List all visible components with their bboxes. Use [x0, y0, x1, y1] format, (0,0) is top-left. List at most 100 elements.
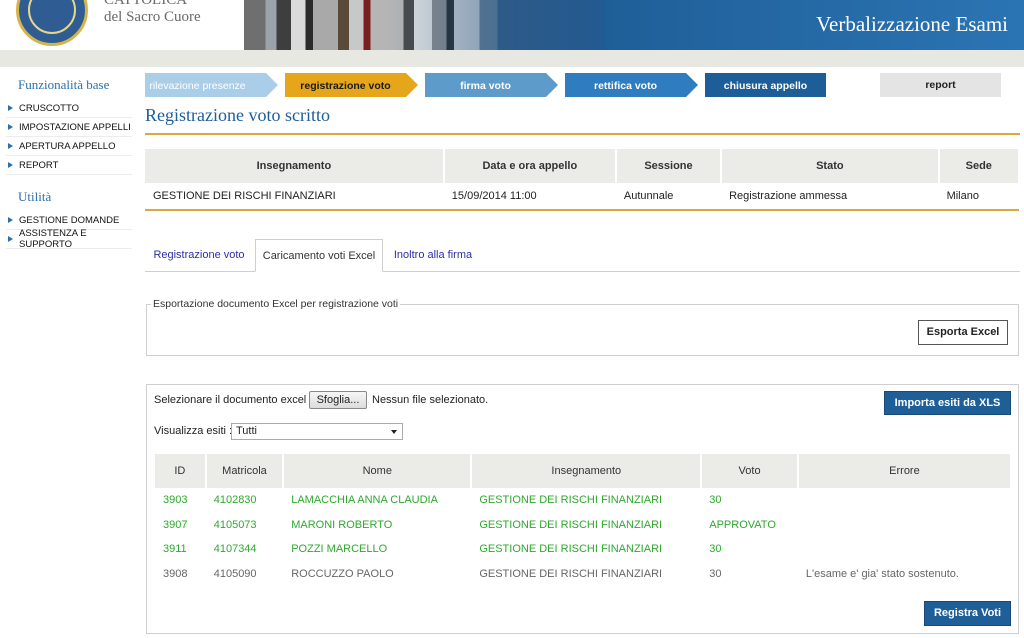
result-cell-voto: 30	[709, 543, 722, 556]
sidebar-item-label: GESTIONE DOMANDE	[19, 214, 120, 226]
result-cell-insegnamento: GESTIONE DEI RISCHI FINANZIARI	[479, 518, 663, 531]
sidebar-item-label: CRUSCOTTO	[19, 102, 79, 114]
browse-file-button[interactable]: Sfoglia...	[309, 391, 367, 409]
sidebar-section-utility-title: Utilità	[18, 189, 52, 204]
workflow-step-label: rettifica voto	[594, 80, 657, 92]
table-row: 3903 4102830 LAMACCHIA ANNA CLAUDIA GESTION…	[155, 488, 1011, 513]
result-cell-nome: ROCCUZZO PAOLO	[291, 567, 394, 580]
sidebar-item-label: ASSISTENZA E SUPPORTO	[19, 228, 87, 250]
arrow-right-icon	[8, 143, 13, 149]
sidebar-item-label: IMPOSTAZIONE APPELLI	[19, 121, 131, 133]
arrow-right-icon	[8, 162, 13, 168]
header: CATTOLICA del Sacro Cuore Verbalizzazion…	[0, 0, 1024, 50]
table-row: 3911 4107344 POZZI MARCELLO GESTIONE DEI RI…	[155, 537, 1011, 562]
result-cell-id: 3903	[163, 494, 188, 507]
exam-table-row: GESTIONE DEI RISCHI FINANZIARI 15/09/2014…	[145, 183, 1019, 211]
sidebar-section-base: CRUSCOTTO IMPOSTAZIONE APPELLI APERTURA AP…	[0, 99, 138, 175]
university-name: CATTOLICA del Sacro Cuore	[104, 0, 201, 26]
workflow-step-label: firma voto	[460, 80, 511, 92]
exam-info-table: Insegnamento Data e ora appello Sessione St…	[145, 149, 1021, 211]
workflow-steps: rilevazione presenze registrazione voto fi…	[145, 73, 826, 97]
result-cell-voto: APPROVATO	[709, 518, 776, 531]
page-title: Registrazione voto scritto	[145, 105, 330, 125]
exam-cell: 15/09/2014 11:00	[443, 183, 616, 211]
sidebar-item-base-1[interactable]: IMPOSTAZIONE APPELLI	[6, 118, 132, 137]
workflow-step-0[interactable]: rilevazione presenze	[145, 73, 278, 97]
results-col-header: Errore	[797, 454, 1013, 488]
result-cell-insegnamento: GESTIONE DEI RISCHI FINANZIARI	[479, 567, 663, 580]
exam-col-header: Stato	[721, 149, 940, 183]
select-document-label: Selezionare il documento excel :	[154, 394, 313, 406]
filter-select-value: Tutti	[236, 425, 257, 437]
workflow-step-1[interactable]: registrazione voto	[285, 73, 418, 97]
report-button[interactable]: report	[880, 73, 1001, 97]
result-cell-matricola: 4105073	[213, 518, 257, 531]
table-row: 3908 4105090 ROCCUZZO PAOLO GESTIONE DEI RI…	[155, 562, 1011, 587]
results-col-header: ID	[155, 454, 207, 488]
export-excel-button[interactable]: Esporta Excel	[918, 320, 1008, 345]
result-cell-errore: L'esame e' gia' stato sostenuto.	[805, 567, 959, 580]
results-table-header: ID Matricola Nome Insegnamento Voto Errore	[155, 454, 1013, 488]
arrow-right-icon	[8, 124, 13, 130]
result-cell-errore	[798, 488, 1011, 513]
arrow-right-icon	[8, 217, 13, 223]
workflow-step-label: chiusura appello	[724, 80, 807, 92]
university-logo[interactable]: CATTOLICA del Sacro Cuore	[0, 0, 244, 50]
tab-2[interactable]: Inoltro alla firma	[383, 239, 483, 271]
sidebar: Funzionalità base CRUSCOTTO IMPOSTAZIONE …	[0, 67, 138, 250]
university-name-line2: del Sacro Cuore	[104, 9, 201, 25]
result-cell-id: 3911	[163, 543, 187, 556]
import-xls-button[interactable]: Importa esiti da XLS	[884, 391, 1011, 415]
sidebar-item-base-0[interactable]: CRUSCOTTO	[6, 99, 132, 118]
workflow-step-4[interactable]: chiusura appello	[705, 73, 826, 97]
result-cell-errore	[798, 513, 1011, 538]
result-cell-voto: 30	[709, 567, 722, 580]
tab-0[interactable]: Registrazione voto	[145, 239, 253, 271]
result-cell-insegnamento: GESTIONE DEI RISCHI FINANZIARI	[479, 543, 663, 556]
result-cell-id: 3907	[163, 518, 188, 531]
workflow-step-label: registrazione voto	[300, 80, 390, 92]
sidebar-item-utility-1[interactable]: ASSISTENZA E SUPPORTO	[6, 228, 132, 250]
university-name-line1: CATTOLICA	[104, 0, 188, 8]
sidebar-item-base-3[interactable]: REPORT	[6, 156, 132, 175]
exam-cell: Registrazione ammessa	[721, 183, 939, 211]
sidebar-item-base-2[interactable]: APERTURA APPELLO	[6, 137, 132, 156]
file-status-text: Nessun file selezionato.	[372, 394, 489, 406]
workflow-step-label: rilevazione presenze	[149, 80, 245, 92]
filter-label: Visualizza esiti :	[154, 425, 233, 437]
result-cell-nome: POZZI MARCELLO	[291, 543, 388, 556]
result-cell-id: 3908	[163, 567, 188, 580]
result-cell-nome: LAMACCHIA ANNA CLAUDIA	[291, 494, 438, 507]
results-col-header: Nome	[283, 454, 473, 488]
result-cell-errore	[798, 537, 1011, 562]
workflow-step-2[interactable]: firma voto	[425, 73, 558, 97]
header-title-band: Verbalizzazione Esami	[606, 0, 1024, 50]
sidebar-section-base-title: Funzionalità base	[18, 77, 110, 92]
tab-bar: Registrazione voto Caricamento voti Excel…	[145, 239, 1020, 272]
export-legend: Esportazione documento Excel per registr…	[151, 298, 401, 310]
import-panel: Selezionare il documento excel : Sfoglia…	[146, 384, 1019, 634]
tab-1[interactable]: Caricamento voti Excel	[255, 239, 383, 272]
sidebar-item-label: APERTURA APPELLO	[19, 140, 116, 152]
results-col-header: Voto	[701, 454, 799, 488]
result-cell-nome: MARONI ROBERTO	[291, 518, 393, 531]
results-col-header: Matricola	[205, 454, 285, 488]
filter-select[interactable]: Tutti	[231, 423, 403, 440]
header-photo	[244, 0, 606, 50]
arrow-right-icon	[8, 105, 13, 111]
university-seal-icon	[16, 0, 88, 46]
chevron-down-icon	[391, 430, 397, 434]
register-grades-button[interactable]: Registra Voti	[924, 601, 1011, 626]
exam-col-header: Data e ora appello	[443, 149, 617, 183]
arrow-right-icon	[8, 236, 13, 242]
app-title: Verbalizzazione Esami	[816, 12, 1008, 36]
results-col-header: Insegnamento	[471, 454, 703, 488]
exam-cell: Milano	[938, 183, 1019, 211]
exam-col-header: Sessione	[615, 149, 723, 183]
table-row: 3907 4105073 MARONI ROBERTO GESTIONE DEI RI…	[155, 513, 1011, 538]
sidebar-item-label: REPORT	[19, 159, 59, 171]
exam-table-header: Insegnamento Data e ora appello Sessione St…	[145, 149, 1021, 183]
header-divider	[0, 50, 1024, 67]
result-cell-matricola: 4107344	[213, 543, 257, 556]
workflow-step-3[interactable]: rettifica voto	[565, 73, 698, 97]
